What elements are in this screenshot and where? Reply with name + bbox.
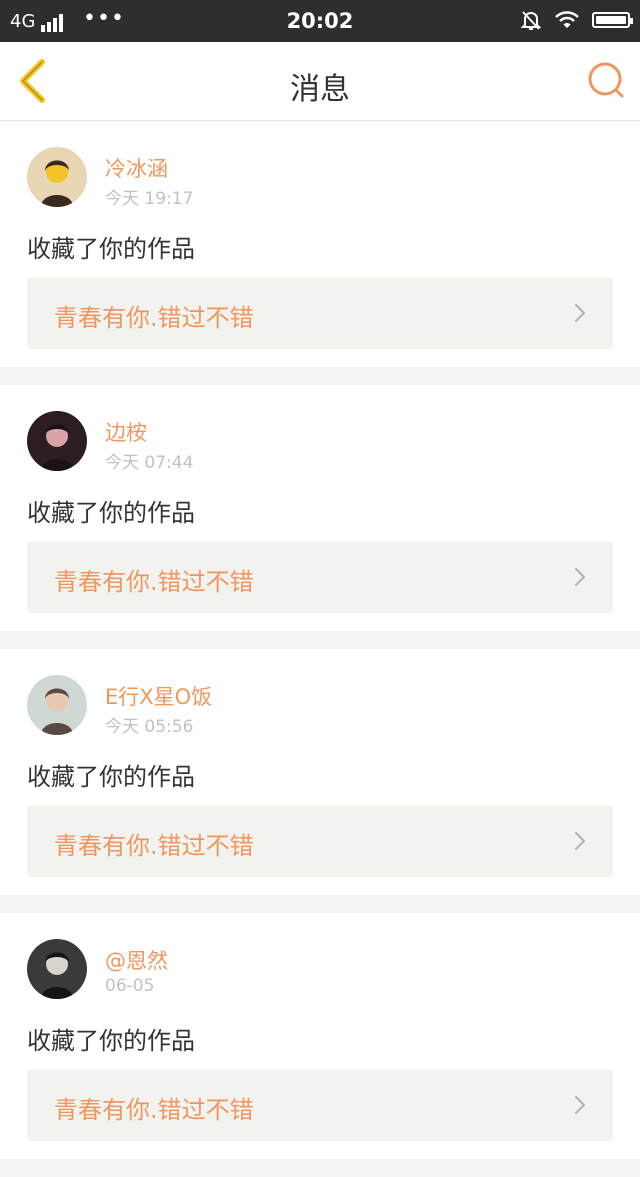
notification-time: 06-05	[105, 976, 155, 996]
notification-card: 边桉今天 07:44 收藏了你的作品青春有你.错过不错	[0, 385, 640, 631]
battery-icon	[592, 12, 633, 28]
notification-time: 今天 19:17	[105, 189, 194, 209]
notification-list: 冷冰涵 今天 19:17 收藏了你的作品 青春有你.错过不错 边桉 今天 07:44 收藏了…	[0, 121, 640, 1177]
work-link[interactable]: 青春有你.错过不错	[27, 541, 613, 613]
work-link[interactable]: 青春有你.错过不错	[27, 805, 613, 877]
battery-level	[596, 16, 626, 24]
work-link[interactable]: 青春有你.错过不错	[27, 1069, 613, 1141]
search-icon[interactable]	[586, 60, 626, 100]
avatar[interactable]	[27, 939, 87, 999]
work-title: 青春有你.错过不错	[54, 1096, 254, 1124]
user-name[interactable]: @恩然	[105, 945, 168, 975]
work-title: 青春有你.错过不错	[54, 568, 254, 596]
status-icons	[520, 9, 633, 31]
notification-card: 冷冰涵今天 19:17 收藏了你的作品青春有你.错过不错	[0, 121, 640, 367]
user-name[interactable]: E行X星O饭	[105, 681, 212, 711]
chevron-right-icon	[574, 831, 586, 851]
notification-time: 今天 05:56	[105, 717, 194, 737]
page-title: 消息	[290, 72, 350, 107]
top-nav-bar: 消息	[0, 42, 640, 121]
avatar[interactable]	[27, 147, 87, 207]
action-text: 收藏了你的作品	[27, 1027, 195, 1055]
chevron-right-icon	[574, 303, 586, 323]
avatar[interactable]	[27, 675, 87, 735]
status-bar: 4G ••• 20:02	[0, 0, 640, 42]
chevron-right-icon	[574, 567, 586, 587]
user-name[interactable]: 边桉	[105, 417, 147, 447]
wifi-icon	[555, 11, 579, 28]
chevron-right-icon	[574, 1095, 586, 1115]
notification-card: @恩然 06-05 收藏了你的作品青春有你.错过不错	[0, 913, 640, 1159]
bell-muted-icon	[520, 11, 542, 30]
work-link[interactable]: 青春有你.错过不错	[27, 277, 613, 349]
action-text: 收藏了你的作品	[27, 499, 195, 527]
user-name[interactable]: 冷冰涵	[105, 153, 168, 183]
work-title: 青春有你.错过不错	[54, 304, 254, 332]
action-text: 收藏了你的作品	[27, 763, 195, 791]
avatar[interactable]	[27, 411, 87, 471]
notification-time: 今天 07:44	[105, 453, 194, 473]
action-text: 收藏了你的作品	[27, 235, 195, 263]
notification-card: E行X星O饭今天 05:56 收藏了你的作品青春有你.错过不错	[0, 649, 640, 895]
work-title: 青春有你.错过不错	[54, 832, 254, 860]
